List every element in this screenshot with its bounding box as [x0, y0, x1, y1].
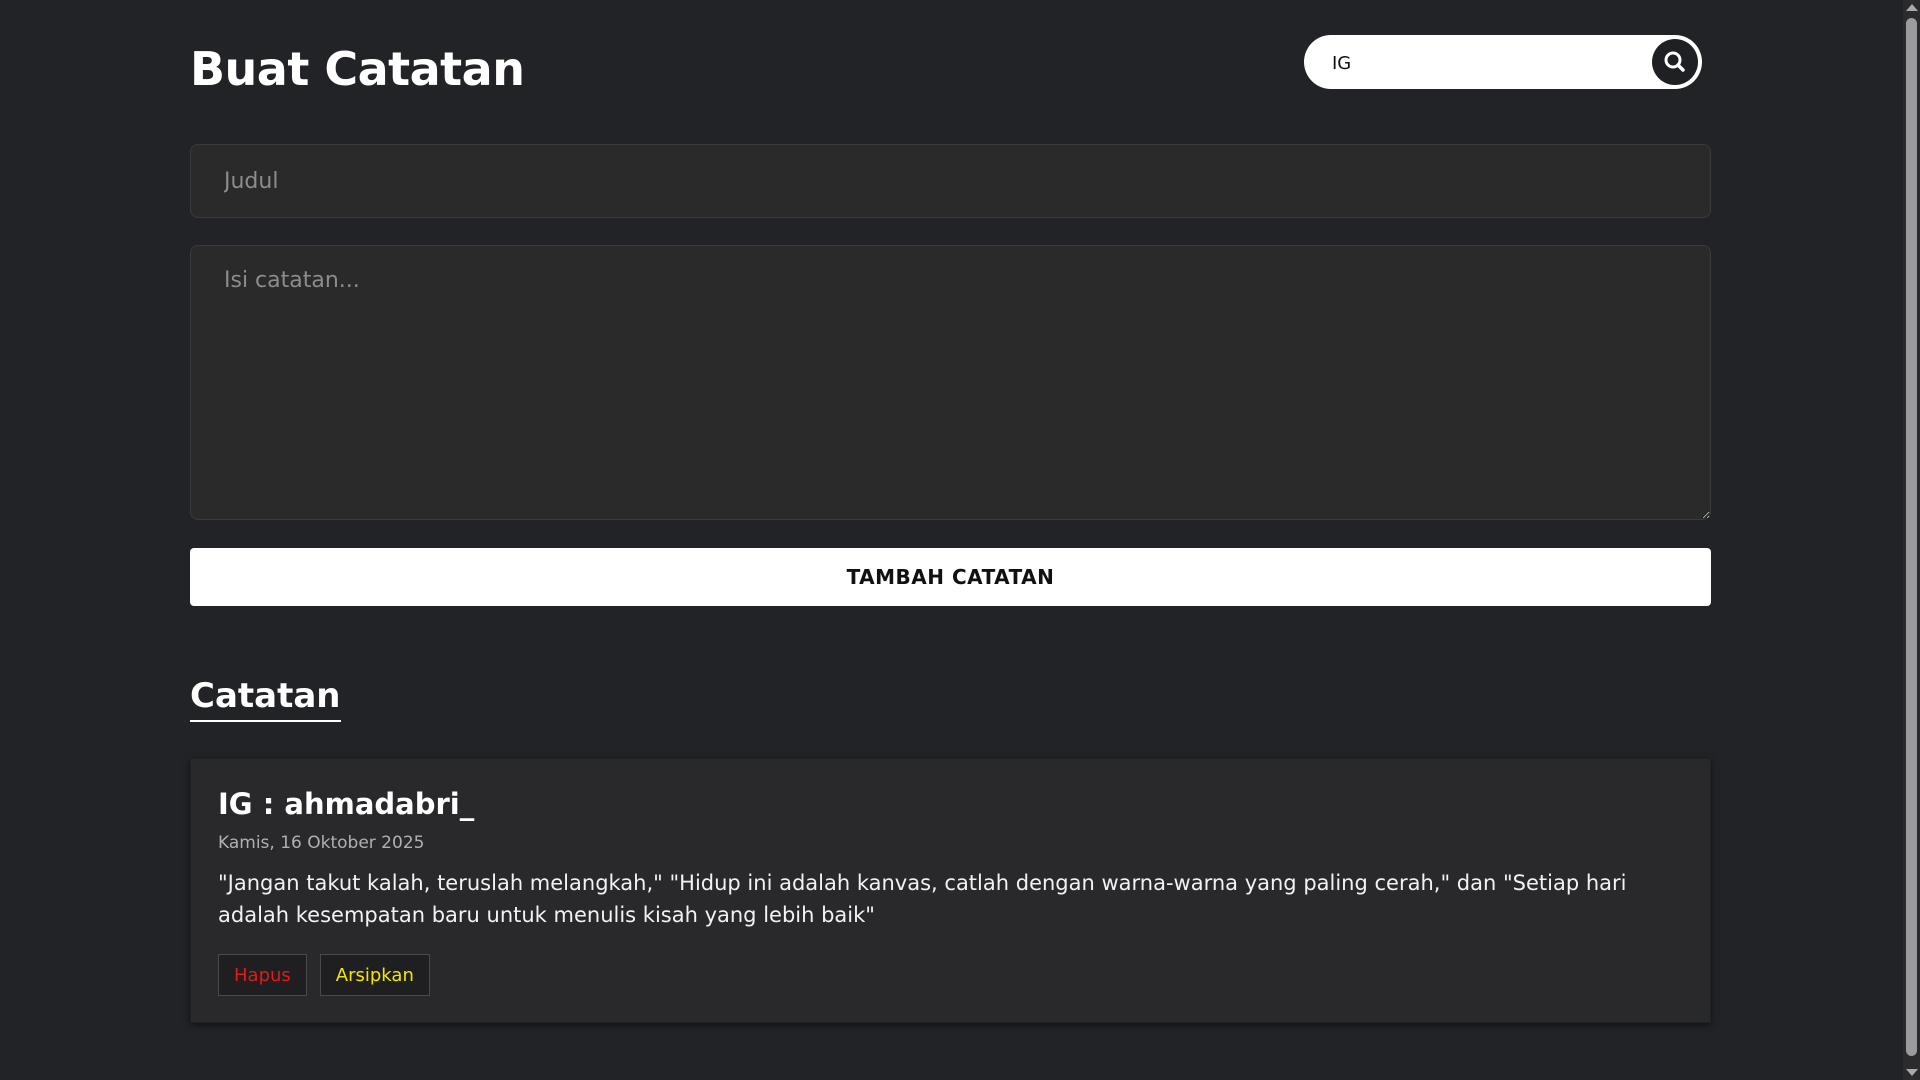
note-title-input[interactable] [190, 144, 1711, 218]
archive-note-button[interactable]: Arsipkan [319, 954, 430, 996]
add-note-button[interactable]: TAMBAH CATATAN [190, 548, 1711, 606]
search-icon [1664, 51, 1685, 72]
note-actions: Hapus Arsipkan [218, 954, 430, 996]
scrollbar-thumb[interactable] [1906, 18, 1917, 1056]
header: Buat Catatan [190, 0, 1711, 140]
notes-section-title: Catatan [190, 676, 341, 722]
main-container: Buat Catatan TAMBAH CATATAN Catatan IG :… [190, 0, 1711, 1023]
scroll-up-arrow-icon[interactable] [1906, 4, 1918, 11]
note-date: Kamis, 16 Oktober 2025 [218, 833, 425, 853]
notes-page: Buat Catatan TAMBAH CATATAN Catatan IG :… [0, 0, 1920, 1080]
note-card: IG : ahmadabri_ Kamis, 16 Oktober 2025 "… [190, 758, 1711, 1023]
note-body-textarea[interactable] [190, 245, 1711, 520]
search-input[interactable] [1330, 35, 1634, 91]
vertical-scrollbar[interactable] [1903, 0, 1920, 1080]
search-button[interactable] [1652, 39, 1698, 85]
note-title: IG : ahmadabri_ [218, 787, 475, 821]
search-bar [1304, 35, 1702, 91]
page-title: Buat Catatan [190, 42, 525, 96]
delete-note-button[interactable]: Hapus [218, 954, 307, 996]
note-body: "Jangan takut kalah, teruslah melangkah,… [218, 871, 1627, 927]
scroll-down-arrow-icon[interactable] [1906, 1069, 1918, 1076]
